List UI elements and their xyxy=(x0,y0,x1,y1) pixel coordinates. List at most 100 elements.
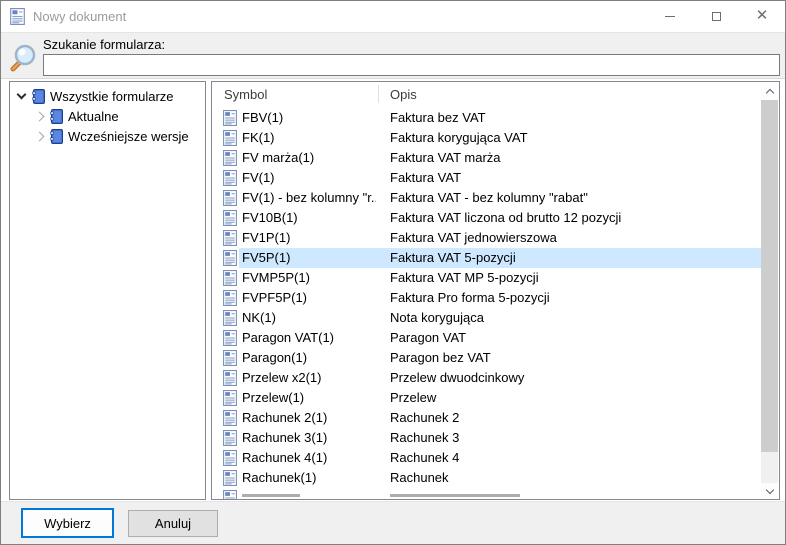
magnifier-icon xyxy=(7,42,38,79)
document-icon xyxy=(223,230,237,249)
table-row[interactable]: Rachunek(1) Rachunek xyxy=(212,468,762,488)
document-icon xyxy=(223,150,237,169)
search-label: Szukanie formularza: xyxy=(43,37,165,52)
vertical-scrollbar[interactable] xyxy=(761,83,778,500)
row-symbol: Rachunek(1) xyxy=(242,470,316,485)
select-button[interactable]: Wybierz xyxy=(21,508,114,538)
tree-item-label: Aktualne xyxy=(68,109,119,124)
document-icon xyxy=(223,350,237,369)
chevron-down-icon xyxy=(765,486,773,494)
list-header: Symbol Opis xyxy=(212,82,762,108)
tree-item-wcze-niejsze-wersje[interactable]: Wcześniejsze wersje xyxy=(10,126,205,146)
row-opis: Faktura korygująca VAT xyxy=(390,130,528,145)
table-row[interactable]: FVMP5P(1) Faktura VAT MP 5-pozycji xyxy=(212,268,762,288)
table-row[interactable]: NK(1) Nota korygująca xyxy=(212,308,762,328)
document-icon xyxy=(223,170,237,189)
title-bar: Nowy dokument ✕ xyxy=(1,1,785,32)
binder-icon xyxy=(50,129,63,144)
maximize-button[interactable] xyxy=(693,1,739,32)
scroll-up-button[interactable] xyxy=(761,83,778,100)
table-row-partial[interactable] xyxy=(212,488,762,500)
row-symbol: FK(1) xyxy=(242,130,275,145)
table-row[interactable]: FBV(1)Faktura bez VAT xyxy=(212,108,762,128)
tree-item-aktualne[interactable]: Aktualne xyxy=(10,106,205,126)
row-opis: Faktura VAT MP 5-pozycji xyxy=(390,270,539,285)
document-icon xyxy=(223,270,237,289)
row-opis: Faktura VAT marża xyxy=(390,150,501,165)
row-symbol: Paragon VAT(1) xyxy=(242,330,334,345)
row-symbol: FVPF5P(1) xyxy=(242,290,307,305)
document-icon xyxy=(223,130,237,149)
column-divider xyxy=(378,85,379,103)
table-row[interactable]: FVPF5P(1) Faktura Pro forma 5-pozycji xyxy=(212,288,762,308)
document-icon xyxy=(223,190,237,209)
chevron-collapsed-icon[interactable] xyxy=(35,131,45,141)
row-symbol: Rachunek 4(1) xyxy=(242,450,327,465)
clipped-text xyxy=(242,494,300,497)
row-opis: Faktura VAT jednowierszowa xyxy=(390,230,557,245)
row-opis: Faktura Pro forma 5-pozycji xyxy=(390,290,550,305)
table-row[interactable]: Paragon VAT(1)Paragon VAT xyxy=(212,328,762,348)
document-icon xyxy=(223,290,237,309)
table-row[interactable]: Przelew(1)Przelew xyxy=(212,388,762,408)
search-input[interactable] xyxy=(43,54,780,76)
row-opis: Faktura VAT 5-pozycji xyxy=(390,250,516,265)
column-header-opis[interactable]: Opis xyxy=(390,87,417,102)
document-icon xyxy=(223,450,237,469)
row-opis: Rachunek xyxy=(390,470,449,485)
row-opis: Nota korygująca xyxy=(390,310,484,325)
table-row[interactable]: FV marża(1) Faktura VAT marża xyxy=(212,148,762,168)
scrollbar-thumb[interactable] xyxy=(761,100,778,452)
table-row[interactable]: FV10B(1)Faktura VAT liczona od brutto 12… xyxy=(212,208,762,228)
row-opis: Paragon bez VAT xyxy=(390,350,491,365)
tree-item-label: Wcześniejsze wersje xyxy=(68,129,189,144)
column-header-symbol[interactable]: Symbol xyxy=(224,87,267,102)
row-opis: Faktura VAT - bez kolumny "rabat" xyxy=(390,190,588,205)
tree-item-wszystkie-formularze[interactable]: Wszystkie formularze xyxy=(10,86,205,106)
table-row[interactable]: Paragon(1)Paragon bez VAT xyxy=(212,348,762,368)
table-row[interactable]: FV(1) - bez kolumny "r... Faktura VAT - b… xyxy=(212,188,762,208)
row-symbol: FV(1) xyxy=(242,170,275,185)
row-opis: Rachunek 4 xyxy=(390,450,459,465)
tree-item-label: Wszystkie formularze xyxy=(50,89,174,104)
row-symbol: FV(1) - bez kolumny "r... xyxy=(242,190,376,205)
search-panel: Szukanie formularza: xyxy=(1,32,785,79)
close-button[interactable]: ✕ xyxy=(739,1,785,32)
row-symbol: NK(1) xyxy=(242,310,276,325)
document-icon xyxy=(223,310,237,329)
minimize-button[interactable] xyxy=(647,1,693,32)
table-row[interactable]: Rachunek 2(1) Rachunek 2 xyxy=(212,408,762,428)
table-row[interactable]: Rachunek 4(1) Rachunek 4 xyxy=(212,448,762,468)
document-icon xyxy=(223,430,237,449)
maximize-icon xyxy=(712,12,721,21)
row-symbol: Przelew x2(1) xyxy=(242,370,321,385)
document-icon xyxy=(223,470,237,489)
chevron-up-icon xyxy=(765,89,773,97)
chevron-expanded-icon[interactable] xyxy=(17,89,27,99)
row-symbol: Rachunek 3(1) xyxy=(242,430,327,445)
row-opis: Faktura VAT liczona od brutto 12 pozycji xyxy=(390,210,621,225)
chevron-collapsed-icon[interactable] xyxy=(35,111,45,121)
row-opis: Rachunek 2 xyxy=(390,410,459,425)
table-row[interactable]: FV(1) Faktura VAT xyxy=(212,168,762,188)
table-row[interactable]: FV5P(1) Faktura VAT 5-pozycji xyxy=(212,248,762,268)
forms-tree: Wszystkie formularze Aktualne Wcześniejsze… xyxy=(9,81,206,500)
row-symbol: Przelew(1) xyxy=(242,390,304,405)
forms-list: Symbol Opis FBV(1)Faktura bez VAT FK(1) Fa… xyxy=(211,81,780,500)
row-symbol: FV marża(1) xyxy=(242,150,314,165)
table-row[interactable]: FK(1) Faktura korygująca VAT xyxy=(212,128,762,148)
table-row[interactable]: Rachunek 3(1) Rachunek 3 xyxy=(212,428,762,448)
row-opis: Rachunek 3 xyxy=(390,430,459,445)
cancel-button[interactable]: Anuluj xyxy=(128,510,218,537)
minimize-icon xyxy=(665,16,675,17)
row-opis: Faktura VAT xyxy=(390,170,461,185)
clipped-text xyxy=(390,494,520,497)
row-symbol: FV5P(1) xyxy=(242,250,290,265)
table-row[interactable]: Przelew x2(1) Przelew dwuodcinkowy xyxy=(212,368,762,388)
document-icon xyxy=(223,330,237,349)
row-opis: Przelew dwuodcinkowy xyxy=(390,370,524,385)
row-symbol: Rachunek 2(1) xyxy=(242,410,327,425)
table-row[interactable]: FV1P(1)Faktura VAT jednowierszowa xyxy=(212,228,762,248)
row-symbol: FVMP5P(1) xyxy=(242,270,310,285)
scroll-down-button[interactable] xyxy=(761,483,778,500)
